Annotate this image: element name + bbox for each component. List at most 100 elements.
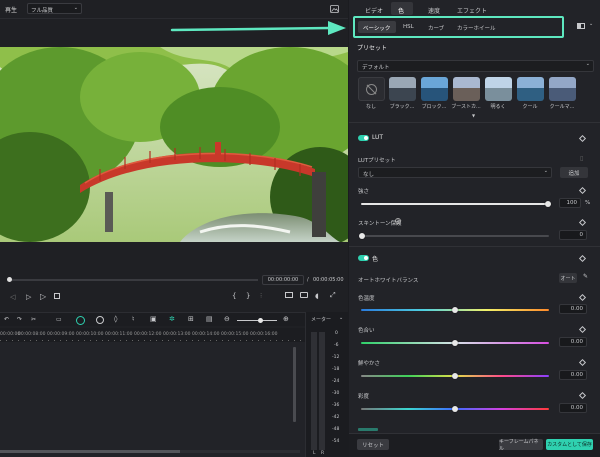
trash-icon[interactable]: ▯ [580,155,583,162]
vibrance-value[interactable]: 0.00 [559,370,587,380]
tint-keyframe-icon[interactable] [578,325,587,334]
step-back-icon[interactable]: ▷ [26,293,31,301]
saturation-keyframe-icon[interactable] [578,391,587,400]
saturation-handle[interactable] [452,406,458,412]
shield-icon[interactable]: ◊ [114,315,117,323]
progress-track[interactable] [8,279,258,281]
vertical-scrollbar[interactable] [293,347,296,422]
meter-l: L [313,451,316,456]
scene-icon[interactable]: ▣ [150,315,157,323]
split-icon[interactable]: ✂ [31,316,36,323]
tint-value[interactable]: 0.00 [559,337,587,347]
next-section-toggle[interactable] [358,428,378,431]
zoom-handle[interactable] [258,318,263,323]
lut-toggle[interactable] [358,135,369,141]
quality-dropdown[interactable]: フル品質 ⌄ [27,3,82,14]
preset-none[interactable] [358,77,385,101]
ai-icon[interactable]: ✲ [169,315,175,323]
preset-thumb[interactable] [485,77,512,101]
clip-marker-icon[interactable]: ⁝ [260,292,262,300]
prev-frame-icon[interactable]: ◁ [10,293,15,301]
mark-out-icon[interactable]: } [246,292,250,300]
ruler-label: 00:00:14:00 [192,332,220,337]
meter-r: R [321,451,325,456]
color-toggle[interactable] [358,255,369,261]
subtab-basic[interactable]: ベーシック [363,24,390,32]
preset-thumb[interactable] [549,77,576,101]
snapshot-icon[interactable] [330,5,339,13]
redo-icon[interactable]: ↷ [17,316,22,323]
expand-presets-icon[interactable]: ▼ [472,113,475,118]
reset-button[interactable]: リセット [357,439,389,450]
vibrance-keyframe-icon[interactable] [578,358,587,367]
color-keyframe-icon[interactable] [578,254,587,263]
keyframe-panel-button[interactable]: キーフレームパネル [499,439,543,452]
progress-handle[interactable] [7,277,12,282]
strength-keyframe-icon[interactable] [578,186,587,195]
undo-icon[interactable]: ↶ [4,316,9,323]
lut-keyframe-icon[interactable] [578,134,587,143]
delete-icon[interactable]: ▭ [56,316,62,323]
subtab-wheel[interactable]: カラーホイール [457,24,496,32]
record-icon[interactable] [96,316,104,324]
meter-scale: -42 [332,415,340,420]
video-preview[interactable] [0,47,348,242]
saturation-value[interactable]: 0.00 [559,403,587,413]
skin-slider[interactable] [361,235,549,237]
play-icon[interactable]: ▷ [40,292,46,301]
tab-speed[interactable]: 速度 [428,6,440,15]
meter-scale: -24 [332,379,340,384]
strength-value[interactable]: 100 [559,198,581,208]
layout-icon[interactable]: ⊞ [188,315,194,323]
preset-dropdown[interactable]: デフォルト ⌄ [357,60,594,72]
zoom-in-icon[interactable]: ⊕ [283,315,289,323]
tab-color[interactable]: 色 [398,6,404,15]
camera-icon[interactable] [300,292,308,298]
timeline-tracks[interactable] [0,342,305,457]
preset-thumb[interactable] [517,77,544,101]
skin-keyframe-icon[interactable] [578,218,587,227]
meter-scale: -48 [332,427,340,432]
zoom-slider[interactable] [237,320,277,321]
zoom-out-icon[interactable]: ⊖ [224,315,230,323]
save-custom-button[interactable]: カスタムとして保存 [546,439,593,450]
temperature-value[interactable]: 0.00 [559,304,587,314]
tint-handle[interactable] [452,340,458,346]
volume-icon[interactable]: ◖ [315,292,319,300]
tab-video[interactable]: ビデオ [365,6,383,15]
clip-icon[interactable]: ▤ [206,315,213,323]
lut-add-button[interactable]: 追加 [560,167,588,178]
snap-toggle-icon[interactable] [76,316,85,325]
chevron-down-icon[interactable]: ⌄ [589,21,593,27]
stop-icon[interactable] [54,293,60,299]
preset-thumb[interactable] [421,77,448,101]
skin-value[interactable]: 0 [559,230,587,240]
mic-icon[interactable]: ♮ [132,315,135,323]
vibrance-handle[interactable] [452,373,458,379]
skin-handle[interactable] [359,233,365,239]
meter-scale: -12 [332,355,340,360]
auto-button[interactable]: オート [559,273,577,283]
preset-thumb[interactable] [389,77,416,101]
fullscreen-icon[interactable]: ⤢ [330,291,336,300]
strength-slider[interactable] [361,203,549,205]
lut-preset-dropdown[interactable]: なし ⌄ [358,167,552,178]
eyedropper-icon[interactable]: ✎ [583,273,588,280]
strength-handle[interactable] [545,201,551,207]
preset-thumb[interactable] [453,77,480,101]
temperature-handle[interactable] [452,307,458,313]
horizontal-scrollbar[interactable] [0,450,180,453]
temperature-keyframe-icon[interactable] [578,293,587,302]
tab-effect[interactable]: エフェクト [457,6,487,15]
monitor-icon[interactable] [285,292,293,298]
timeline-ruler[interactable]: 00:00:00 00:00:08:00 00:00:09:00 00:00:1… [0,328,305,342]
current-time[interactable]: 00:00:00:00 [262,275,304,285]
meter-scale: 0 [335,331,338,336]
subtab-curve[interactable]: カーブ [428,24,444,32]
mark-in-icon[interactable]: { [232,292,236,300]
subtab-hsl[interactable]: HSL [403,24,414,30]
divider [349,246,600,247]
chevron-down-icon[interactable]: ⌄ [339,315,343,321]
compare-icon[interactable] [577,23,585,29]
help-icon[interactable]: ? [395,218,401,224]
